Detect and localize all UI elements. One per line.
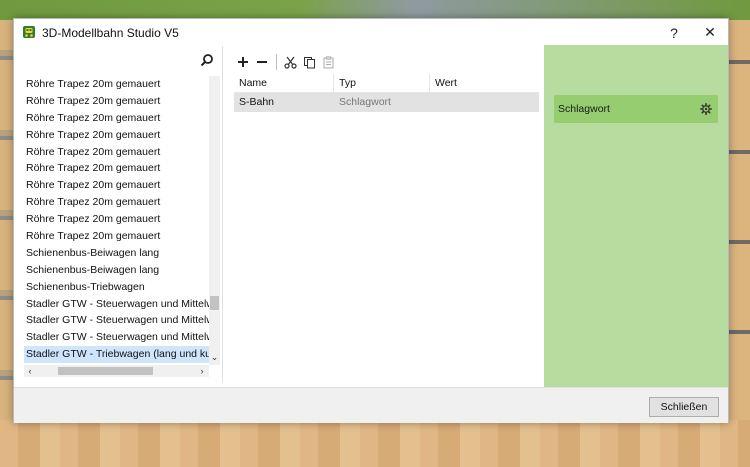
- list-item[interactable]: Röhre Trapez 20m gemauert: [24, 177, 210, 194]
- background-ground: [0, 420, 750, 467]
- vertical-scroll-thumb[interactable]: [210, 296, 219, 310]
- title-bar[interactable]: 3D-Modellbahn Studio V5 ? ✕: [14, 19, 728, 46]
- close-window-button[interactable]: ✕: [692, 19, 728, 46]
- list-item[interactable]: Schienenbus-Beiwagen lang: [24, 262, 210, 279]
- scroll-right-arrow-icon[interactable]: ›: [196, 365, 208, 377]
- window-title: 3D-Modellbahn Studio V5: [42, 26, 179, 40]
- list-item[interactable]: Röhre Trapez 20m gemauert: [24, 110, 210, 127]
- list-item[interactable]: Röhre Trapez 20m gemauert: [24, 194, 210, 211]
- cell-value[interactable]: [430, 93, 539, 112]
- column-header-name[interactable]: Name: [234, 74, 334, 92]
- cell-name: S-Bahn: [239, 96, 275, 108]
- toolbar-separator: [276, 54, 277, 70]
- app-icon: [23, 26, 35, 38]
- tag-label: Schlagwort: [558, 103, 610, 115]
- list-item[interactable]: Röhre Trapez 20m gemauert: [24, 76, 210, 93]
- list-item[interactable]: Stadler GTW - Steuerwagen und Mittelwage…: [24, 296, 210, 313]
- column-header-value[interactable]: Wert: [430, 74, 539, 92]
- horizontal-scroll-thumb[interactable]: [58, 367, 153, 375]
- list-item[interactable]: Röhre Trapez 20m gemauert: [24, 127, 210, 144]
- close-button[interactable]: Schließen: [649, 397, 719, 417]
- tag-panel: Schlagwort: [544, 45, 728, 388]
- help-button[interactable]: ?: [656, 19, 692, 46]
- list-item[interactable]: Schienenbus-Triebwagen: [24, 279, 210, 296]
- properties-pane: Name Typ Wert S-Bahn Schlagwort: [234, 46, 539, 382]
- object-list-pane: Röhre Trapez 20m gemauert Röhre Trapez 20…: [22, 46, 222, 382]
- list-item[interactable]: Röhre Trapez 20m gemauert: [24, 93, 210, 110]
- list-item[interactable]: Stadler GTW - Steuerwagen und Mittelwage…: [24, 329, 210, 346]
- table-row[interactable]: S-Bahn Schlagwort: [234, 93, 539, 112]
- list-item[interactable]: Schienenbus-Beiwagen lang: [24, 245, 210, 262]
- column-header-type[interactable]: Typ: [334, 74, 430, 92]
- minus-icon[interactable]: [253, 53, 271, 71]
- list-item[interactable]: Röhre Trapez 20m gemauert: [24, 211, 210, 228]
- pane-divider: [222, 46, 223, 382]
- scroll-left-arrow-icon[interactable]: ‹: [24, 365, 36, 377]
- paste-icon[interactable]: [319, 53, 337, 71]
- list-item[interactable]: Stadler GTW - Steuerwagen und Mittelwage…: [24, 312, 210, 329]
- list-item[interactable]: Röhre Trapez 20m gemauert: [24, 160, 210, 177]
- scroll-down-arrow-icon[interactable]: ⌄: [209, 351, 220, 363]
- background-right: [728, 20, 750, 420]
- search-icon[interactable]: [200, 53, 214, 67]
- background-left: [0, 20, 14, 420]
- tag-row[interactable]: Schlagwort: [554, 95, 718, 123]
- cell-type: Schlagwort: [339, 96, 391, 108]
- dialog-footer: Schließen: [14, 387, 728, 423]
- scissors-icon[interactable]: [281, 53, 299, 71]
- vertical-scrollbar[interactable]: ⌄: [209, 76, 220, 365]
- list-item[interactable]: Röhre Trapez 20m gemauert: [24, 144, 210, 161]
- object-list[interactable]: Röhre Trapez 20m gemauert Röhre Trapez 20…: [24, 76, 220, 365]
- list-item[interactable]: Röhre Trapez 20m gemauert: [24, 228, 210, 245]
- copy-icon[interactable]: [300, 53, 318, 71]
- properties-toolbar: [234, 52, 338, 72]
- properties-grid: Name Typ Wert S-Bahn Schlagwort: [234, 74, 539, 112]
- dialog-content: Röhre Trapez 20m gemauert Röhre Trapez 20…: [14, 45, 728, 388]
- dialog-window: 3D-Modellbahn Studio V5 ? ✕ Röhre Trapez…: [13, 18, 729, 423]
- plus-icon[interactable]: [234, 53, 252, 71]
- horizontal-scrollbar[interactable]: ‹ ›: [24, 365, 209, 377]
- grid-header: Name Typ Wert: [234, 74, 539, 93]
- background-top: [0, 0, 750, 20]
- gear-icon[interactable]: [700, 103, 712, 115]
- list-item[interactable]: Stadler GTW - Triebwagen (lang und kurz): [24, 346, 210, 364]
